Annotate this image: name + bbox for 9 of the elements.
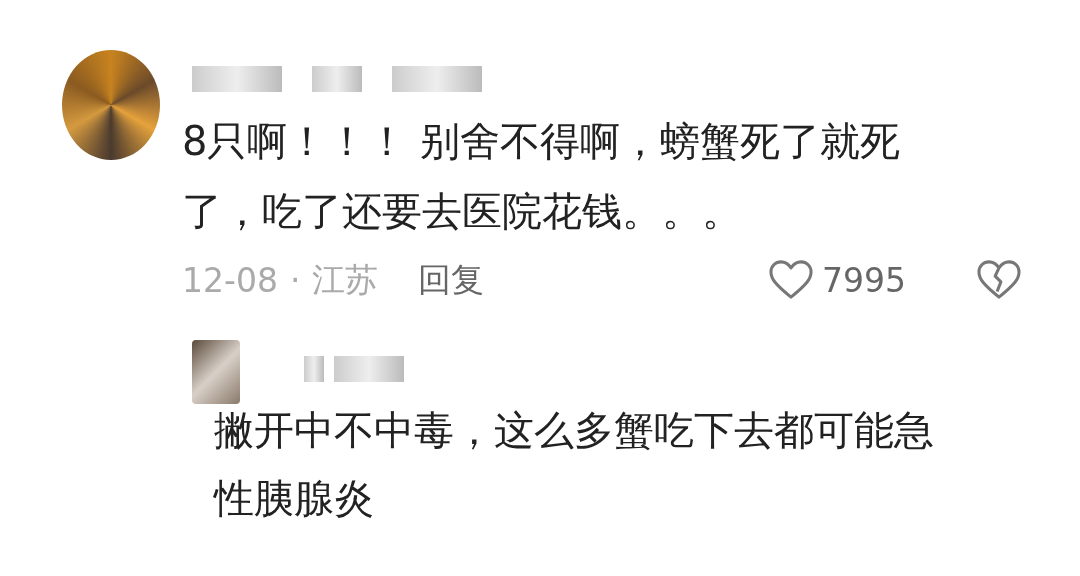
like-count: 7995 (822, 260, 906, 300)
comment-date: 12-08 (182, 260, 278, 300)
reply-button[interactable]: 回复 (418, 257, 485, 303)
broken-heart-icon[interactable] (976, 259, 1022, 301)
separator-dot: · (289, 260, 301, 300)
comment-location: 江苏 (312, 258, 379, 301)
reply-text: 撇开中不中毒，这么多蟹吃下去都可能急性胰腺炎 (214, 406, 935, 523)
heart-icon[interactable] (768, 259, 814, 301)
comment-text: 8只啊！！！ 别舍不得啊，螃蟹死了就死了，吃了还要去医院花钱。。。 (182, 117, 902, 236)
